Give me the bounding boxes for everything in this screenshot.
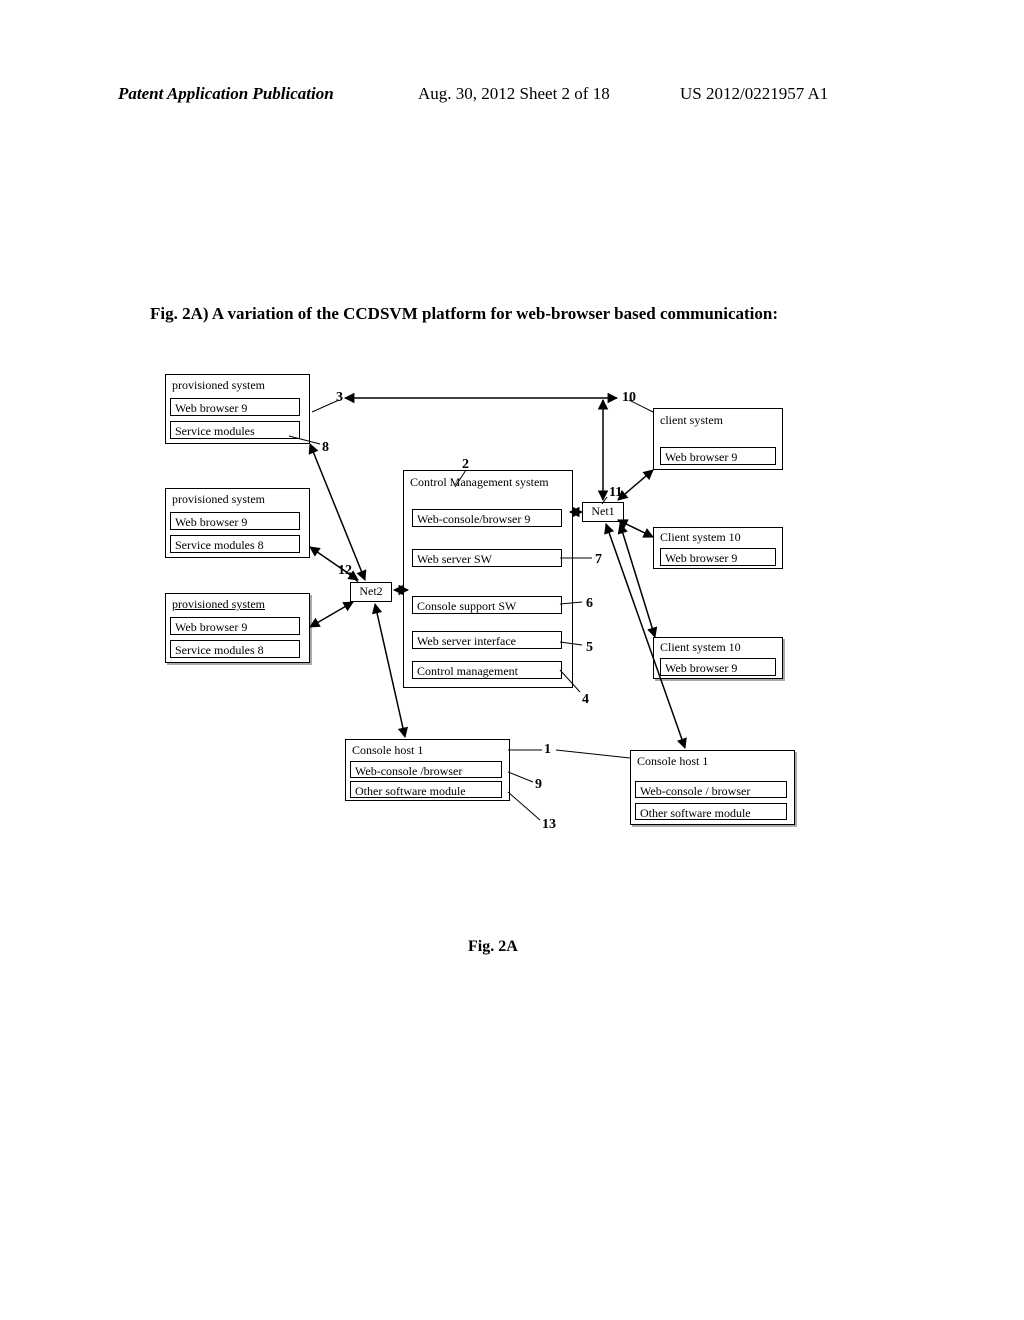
client3-browser: Web browser 9 <box>660 658 776 676</box>
client1-browser: Web browser 9 <box>660 447 776 465</box>
console2-title: Console host 1 <box>631 751 794 772</box>
ref-label-4: 4 <box>582 692 589 708</box>
control-management-system: Control Management system Web-console/br… <box>403 470 573 688</box>
figure-caption: Fig. 2A <box>468 938 518 956</box>
prov1-title: provisioned system <box>166 375 309 396</box>
client1-title: client system <box>654 409 782 432</box>
client-system-3: Client system 10 Web browser 9 <box>653 637 783 679</box>
control-webconsole: Web-console/browser 9 <box>412 509 562 527</box>
client2-title: Client system 10 <box>654 528 782 547</box>
provisioned-system-2: provisioned system Web browser 9 Service… <box>165 488 310 558</box>
console1-other: Other software module <box>350 781 502 798</box>
client-system-1: client system Web browser 9 <box>653 408 783 470</box>
net2-node: Net2 <box>350 582 392 602</box>
prov3-title: provisioned system <box>166 594 309 615</box>
console2-webconsole: Web-console / browser <box>635 781 787 798</box>
ref-label-11: 11 <box>609 485 622 501</box>
ref-label-9: 9 <box>535 777 542 793</box>
ref-label-2: 2 <box>462 457 469 473</box>
diagram-area: provisioned system Web browser 9 Service… <box>150 372 890 862</box>
client3-title: Client system 10 <box>654 638 782 657</box>
console1-title: Console host 1 <box>346 740 509 761</box>
header-mid: Aug. 30, 2012 Sheet 2 of 18 <box>418 84 610 104</box>
console1-webconsole: Web-console /browser <box>350 761 502 778</box>
ref-label-3: 3 <box>336 390 343 406</box>
control-console-support: Console support SW <box>412 596 562 614</box>
ref-label-6: 6 <box>586 596 593 612</box>
console-host-1: Console host 1 Web-console /browser Othe… <box>345 739 510 801</box>
ref-label-7: 7 <box>595 552 602 568</box>
prov1-services: Service modules <box>170 421 300 439</box>
control-webserver-interface: Web server interface <box>412 631 562 649</box>
control-title: Control Management system <box>404 471 572 505</box>
console2-other: Other software module <box>635 803 787 820</box>
ref-label-12: 12 <box>338 563 352 579</box>
header-left: Patent Application Publication <box>118 84 334 104</box>
provisioned-system-1: provisioned system Web browser 9 Service… <box>165 374 310 444</box>
client-system-2: Client system 10 Web browser 9 <box>653 527 783 569</box>
ref-label-10: 10 <box>622 390 636 406</box>
client2-browser: Web browser 9 <box>660 548 776 566</box>
prov3-services: Service modules 8 <box>170 640 300 658</box>
header-right: US 2012/0221957 A1 <box>680 84 828 104</box>
ref-label-1: 1 <box>544 742 551 758</box>
prov2-browser: Web browser 9 <box>170 512 300 530</box>
ref-label-8: 8 <box>322 440 329 456</box>
prov3-browser: Web browser 9 <box>170 617 300 635</box>
prov2-services: Service modules 8 <box>170 535 300 553</box>
provisioned-system-3: provisioned system Web browser 9 Service… <box>165 593 310 663</box>
ref-label-5: 5 <box>586 640 593 656</box>
ref-label-13: 13 <box>542 817 556 833</box>
net1-node: Net1 <box>582 502 624 522</box>
prov1-browser: Web browser 9 <box>170 398 300 416</box>
figure-title: Fig. 2A) A variation of the CCDSVM platf… <box>150 304 778 324</box>
console-host-2: Console host 1 Web-console / browser Oth… <box>630 750 795 825</box>
control-management-module: Control management <box>412 661 562 679</box>
control-webserver-sw: Web server SW <box>412 549 562 567</box>
prov2-title: provisioned system <box>166 489 309 510</box>
